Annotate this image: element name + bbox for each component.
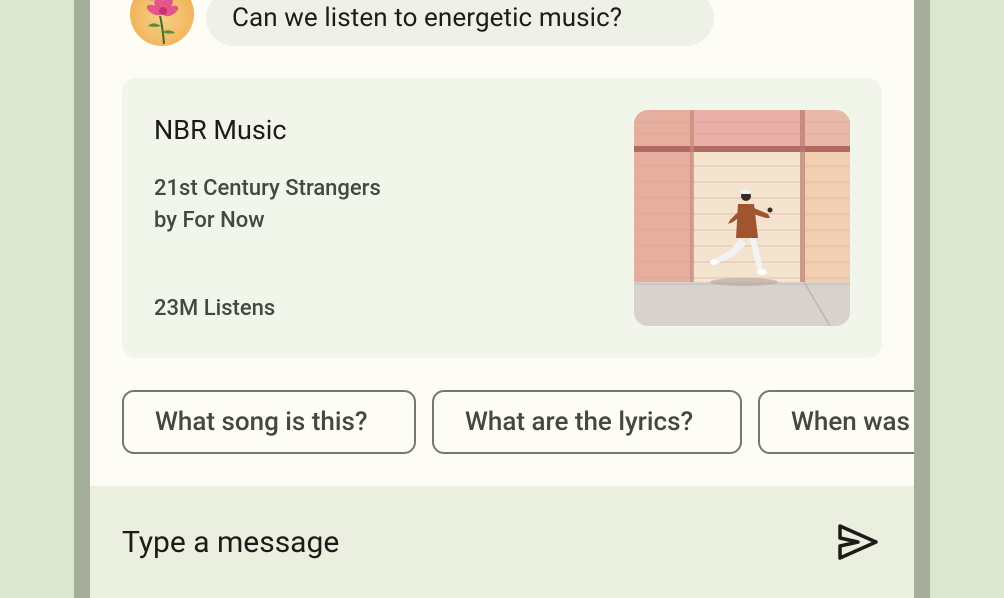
suggestion-chip-label: When was [791,407,910,437]
suggestion-chip-song[interactable]: What song is this? [122,390,416,454]
send-icon [838,524,878,560]
suggestion-chip-release[interactable]: When was [758,390,914,454]
listen-count: 23M Listens [154,296,276,321]
song-title: 21st Century Strangers [154,176,381,201]
suggestion-chip-lyrics[interactable]: What are the lyrics? [432,390,742,454]
message-input[interactable] [122,516,802,568]
album-art-image [634,110,850,326]
user-avatar[interactable] [130,0,194,46]
user-message-bubble: Can we listen to energetic music? [206,0,714,46]
music-app-name: NBR Music [154,114,287,146]
music-card[interactable]: NBR Music 21st Century Strangers by For … [122,78,882,358]
chat-screen: Can we listen to energetic music? NBR Mu… [90,0,914,598]
user-message-text: Can we listen to energetic music? [232,3,623,33]
message-composer [90,486,914,598]
send-button[interactable] [830,516,886,568]
suggestion-chip-label: What song is this? [155,407,368,437]
song-artist: by For Now [154,208,265,233]
suggestion-chip-label: What are the lyrics? [465,407,694,437]
flower-icon [146,0,179,45]
